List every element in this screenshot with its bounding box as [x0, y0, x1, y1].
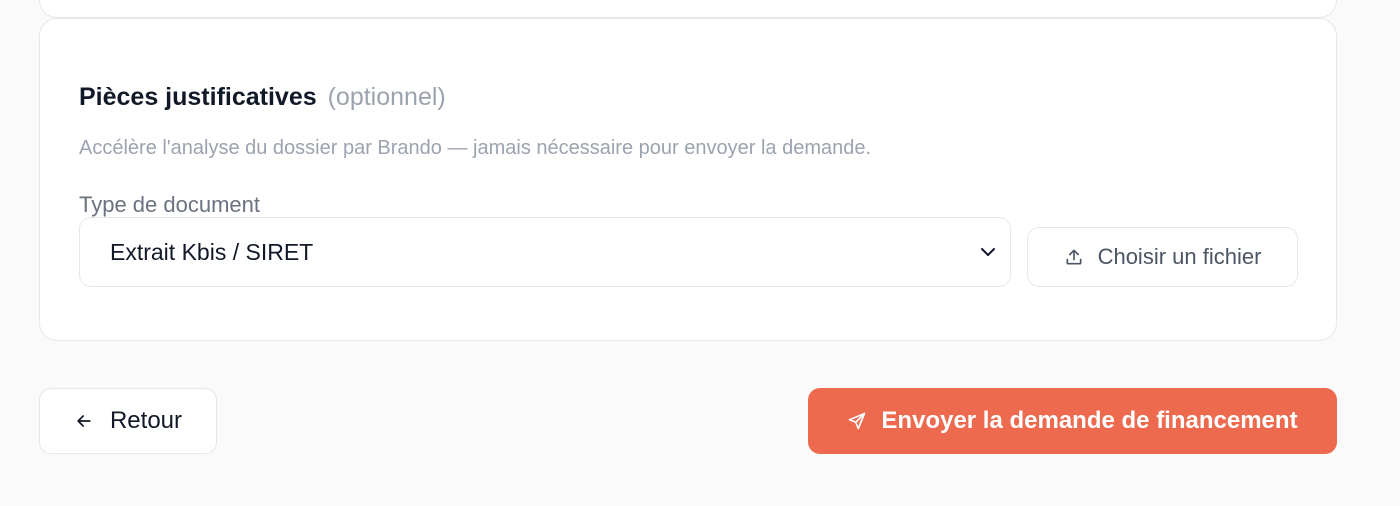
document-type-select[interactable]: Extrait Kbis / SIRET [79, 217, 1011, 287]
documents-card: Pièces justificatives (optionnel) Accélè… [39, 18, 1337, 341]
section-description: Accélère l'analyse du dossier par Brando… [79, 137, 872, 159]
chevron-down-icon [976, 240, 1000, 264]
choose-file-label: Choisir un fichier [1097, 244, 1262, 269]
send-icon [847, 411, 867, 431]
document-type-label: Type de document [79, 192, 261, 217]
page: Pièces justificatives (optionnel) Accélè… [0, 0, 1400, 506]
previous-section-card [39, 0, 1337, 18]
back-button-label: Retour [109, 407, 183, 434]
document-type-value: Extrait Kbis / SIRET [110, 238, 314, 265]
section-title-text: Pièces justificatives [79, 83, 317, 111]
choose-file-button[interactable]: Choisir un fichier [1027, 227, 1298, 287]
submit-button-label: Envoyer la demande de financement [881, 407, 1298, 434]
submit-financing-request-button[interactable]: Envoyer la demande de financement [808, 388, 1337, 454]
back-button[interactable]: Retour [39, 388, 217, 454]
arrow-left-icon [74, 411, 94, 431]
section-title: Pièces justificatives (optionnel) [79, 81, 446, 113]
upload-icon [1064, 247, 1084, 267]
section-title-optional: (optionnel) [327, 83, 446, 111]
